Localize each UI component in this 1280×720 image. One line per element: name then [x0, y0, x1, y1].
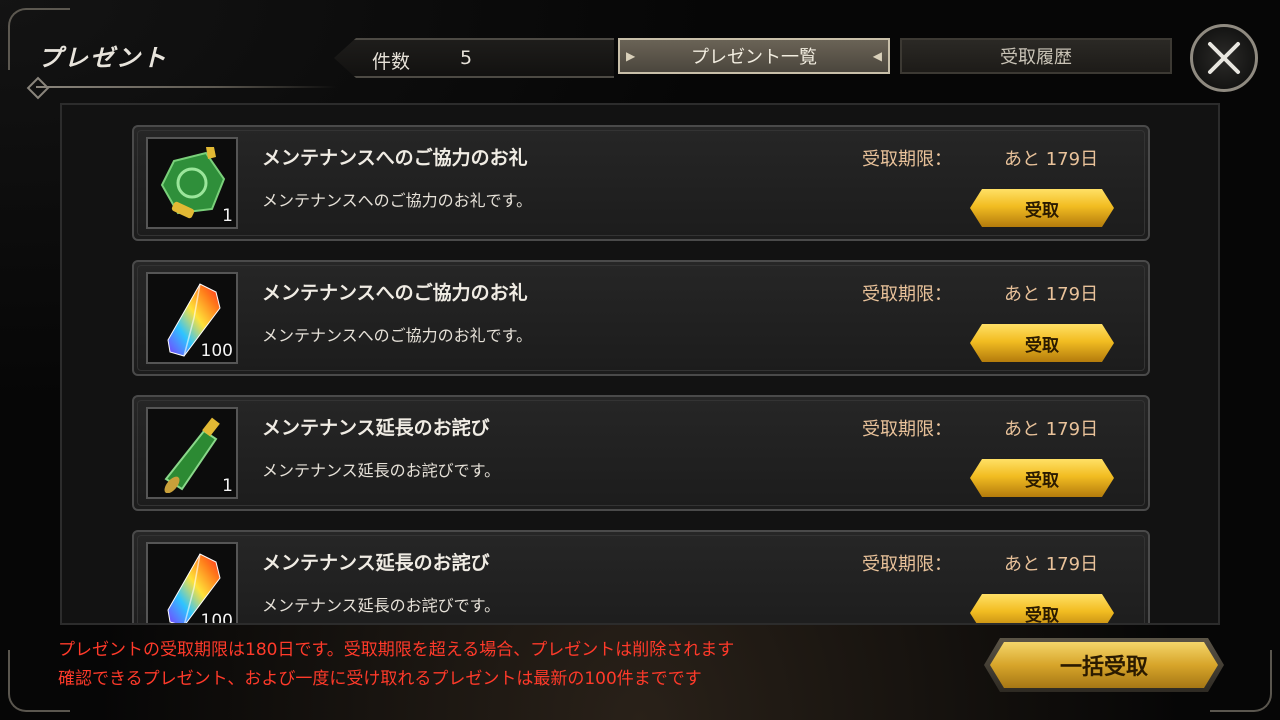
notice-line-2: 確認できるプレゼント、および一度に受け取れるプレゼントは最新の100件までです: [58, 669, 702, 689]
receive-button[interactable]: 受取: [970, 594, 1114, 625]
deadline-value: あと 179日: [1004, 149, 1099, 170]
tab-receive-history-label: 受取履歴: [1000, 47, 1072, 68]
present-item: 100 メンテナンス延長のお詫び メンテナンス延長のお詫びです。 受取期限： あ…: [132, 530, 1150, 625]
present-count-box: 件数 5: [334, 38, 614, 78]
count-label: 件数: [372, 51, 411, 73]
deadline-label: 受取期限：: [862, 419, 952, 440]
item-icon-frame: 100: [146, 542, 238, 625]
bulk-receive-button[interactable]: 一括受取: [984, 638, 1224, 692]
count-value: 5: [460, 47, 473, 69]
close-button[interactable]: [1190, 24, 1258, 92]
deadline-value: あと 179日: [1004, 284, 1099, 305]
title-underline: [36, 86, 336, 88]
green-jade-gem-icon: [160, 147, 226, 219]
item-title: メンテナンス延長のお詫び: [262, 552, 490, 574]
deadline-label: 受取期限：: [862, 149, 952, 170]
page-title: プレゼント: [38, 44, 168, 72]
present-item: 1 メンテナンスへのご協力のお礼 メンテナンスへのご協力のお礼です。 受取期限：…: [132, 125, 1150, 241]
item-quantity: 1: [222, 206, 233, 226]
item-title: メンテナンスへのご協力のお礼: [262, 147, 528, 169]
tab-present-list[interactable]: ▶ プレゼント一覧 ◀: [618, 38, 890, 74]
close-icon: [1208, 42, 1240, 74]
deadline-label: 受取期限：: [862, 554, 952, 575]
present-item: 100 メンテナンスへのご協力のお礼 メンテナンスへのご協力のお礼です。 受取期…: [132, 260, 1150, 376]
item-description: メンテナンスへのご協力のお礼です。: [262, 191, 533, 210]
notice-text: プレゼントの受取期限は180日です。受取期限を超える場合、プレゼントは削除されま…: [58, 636, 734, 694]
item-description: メンテナンス延長のお詫びです。: [262, 461, 501, 480]
receive-button[interactable]: 受取: [970, 324, 1114, 362]
item-description: メンテナンスへのご協力のお礼です。: [262, 326, 533, 345]
present-list-panel[interactable]: 1 メンテナンスへのご協力のお礼 メンテナンスへのご協力のお礼です。 受取期限：…: [60, 103, 1220, 625]
item-title: メンテナンスへのご協力のお礼: [262, 282, 528, 304]
tab-present-list-label: プレゼント一覧: [691, 47, 817, 68]
deadline-label: 受取期限：: [862, 284, 952, 305]
present-item: 1 メンテナンス延長のお詫び メンテナンス延長のお詫びです。 受取期限： あと …: [132, 395, 1150, 511]
receive-button[interactable]: 受取: [970, 459, 1114, 497]
deadline-value: あと 179日: [1004, 554, 1099, 575]
receive-button[interactable]: 受取: [970, 189, 1114, 227]
chevron-left-icon: ◀: [872, 49, 882, 63]
item-icon-frame: 100: [146, 272, 238, 364]
notice-line-1: プレゼントの受取期限は180日です。受取期限を超える場合、プレゼントは削除されま…: [58, 640, 735, 660]
bulk-receive-label: 一括受取: [990, 642, 1218, 688]
item-quantity: 100: [200, 611, 233, 625]
item-quantity: 1: [222, 476, 233, 496]
item-title: メンテナンス延長のお詫び: [262, 417, 490, 439]
item-quantity: 100: [200, 341, 233, 361]
item-icon-frame: 1: [146, 137, 238, 229]
item-icon-frame: 1: [146, 407, 238, 499]
item-description: メンテナンス延長のお詫びです。: [262, 596, 501, 615]
green-potion-bottle-icon: [164, 417, 220, 493]
deadline-value: あと 179日: [1004, 419, 1099, 440]
tab-receive-history[interactable]: 受取履歴: [900, 38, 1172, 74]
chevron-right-icon: ▶: [626, 49, 636, 63]
